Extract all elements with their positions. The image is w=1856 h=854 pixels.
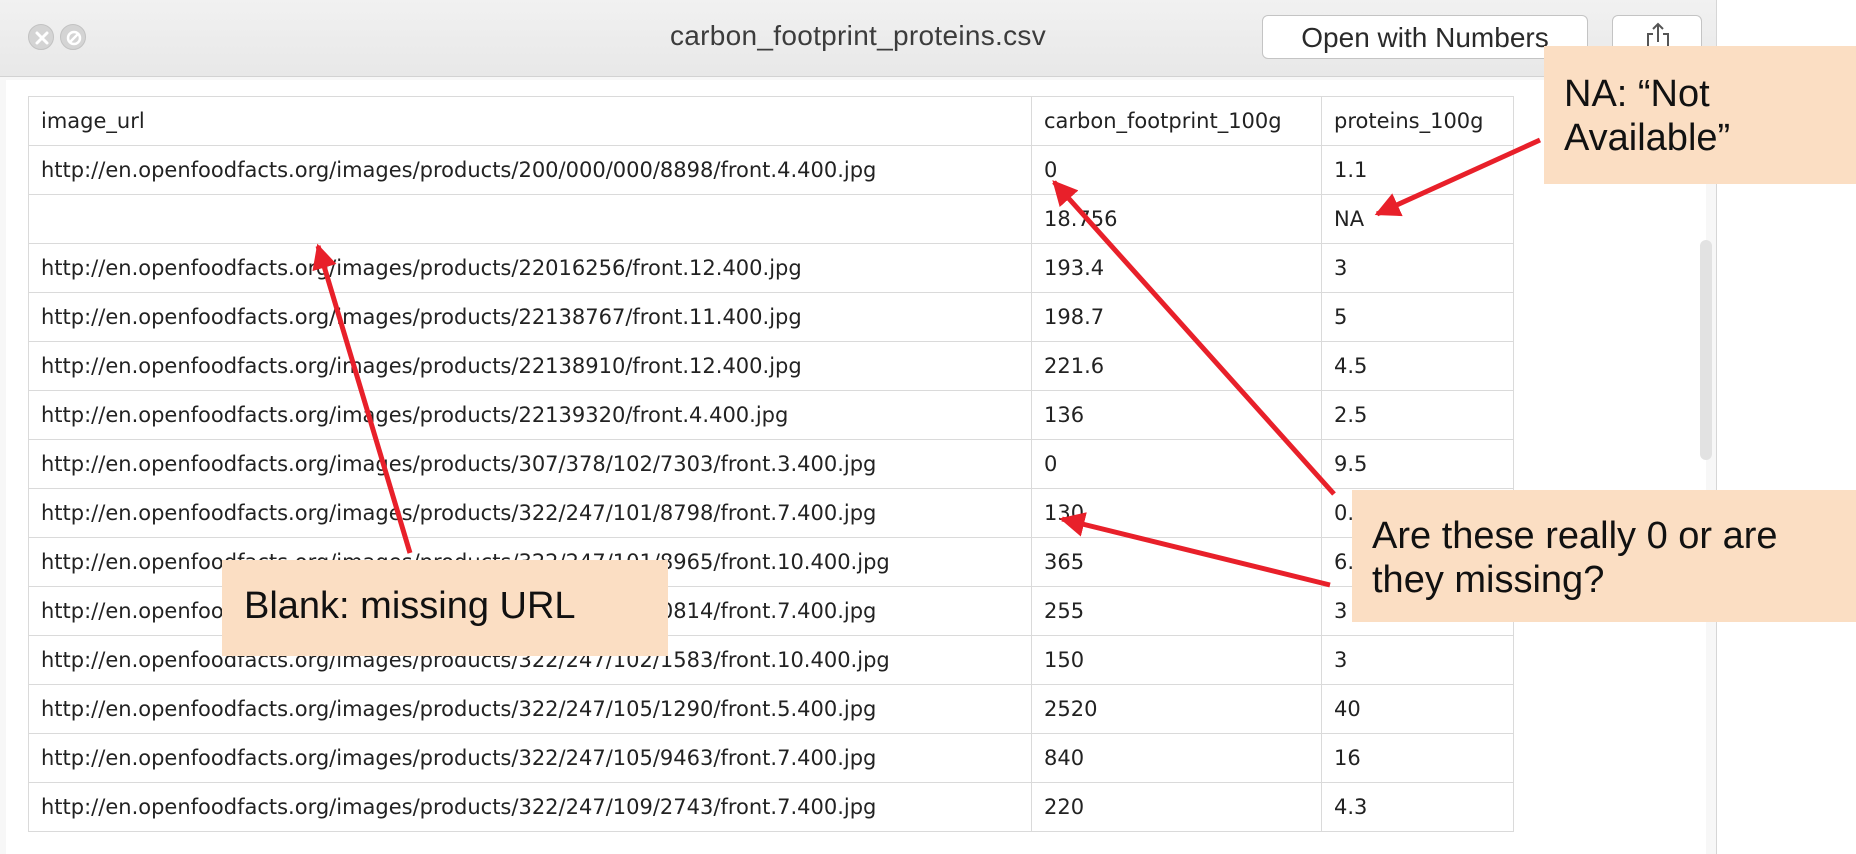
callout-na-line2: Available” [1564, 117, 1731, 159]
callout-blank: Blank: missing URL [222, 560, 668, 656]
callout-zero-line1: Are these really 0 or are [1372, 515, 1778, 557]
arrow-to-zero-second [1059, 512, 1331, 588]
arrow-to-blank-url [312, 243, 413, 554]
callout-zero-line2: they missing? [1372, 559, 1605, 601]
arrow-to-zero-first [1052, 180, 1336, 496]
callout-na: NA: “Not Available” [1544, 46, 1856, 184]
arrow-to-na [1374, 137, 1542, 217]
callout-na-line1: NA: “Not [1564, 73, 1710, 115]
callout-zero-or-missing: Are these really 0 or are they missing? [1352, 490, 1856, 622]
